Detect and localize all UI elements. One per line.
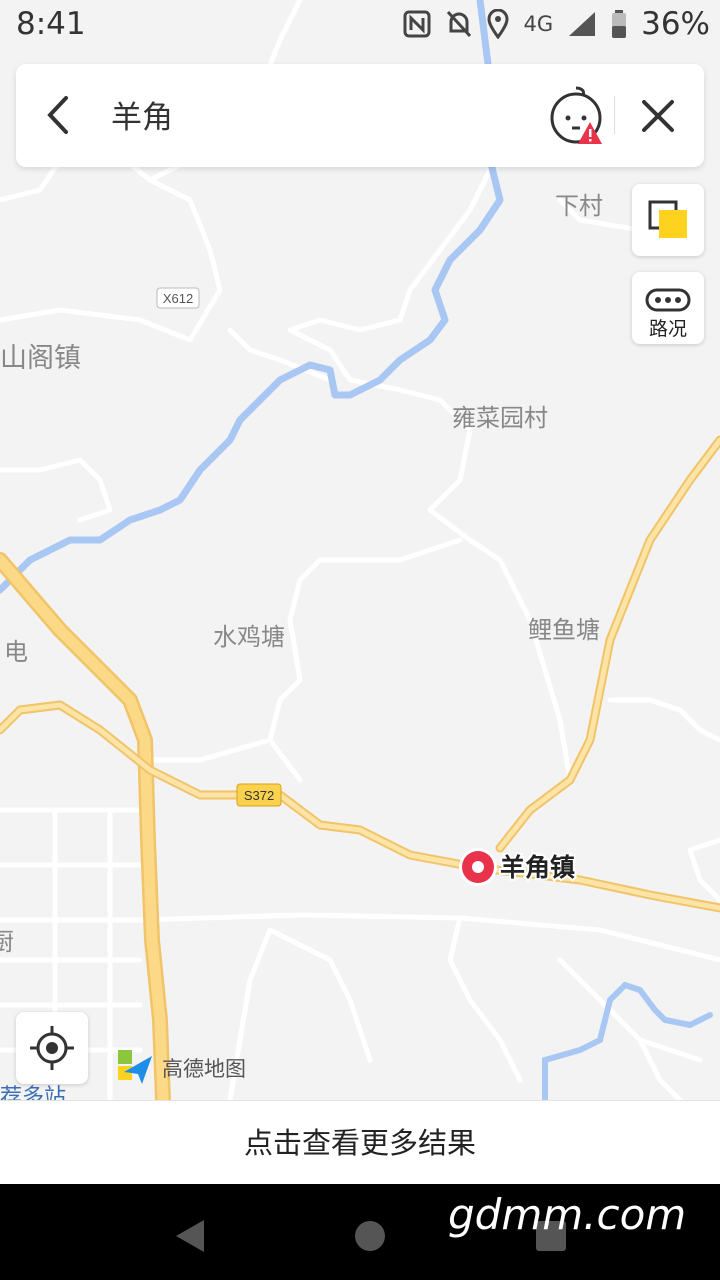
search-bar: 羊角: [16, 64, 704, 167]
battery-percent: 36%: [641, 6, 710, 42]
selected-place-label[interactable]: 羊角镇: [498, 851, 577, 884]
signal-icon: [569, 12, 596, 36]
close-icon[interactable]: [634, 92, 682, 140]
place-label-xiacun: 下村: [555, 193, 603, 220]
place-label-dian: 电: [4, 639, 28, 666]
nfc-icon: [403, 10, 431, 38]
svg-text:X612: X612: [163, 291, 193, 306]
system-nav-bar: gdmm.com: [0, 1184, 720, 1280]
feedback-mascot-icon[interactable]: [546, 82, 606, 148]
nav-back-icon[interactable]: [170, 1216, 210, 1256]
svg-text:S372: S372: [244, 788, 274, 803]
chevron-left-icon[interactable]: [38, 90, 78, 140]
traffic-label: 路况: [648, 318, 687, 340]
traffic-button[interactable]: 路况: [632, 272, 704, 344]
traffic-icon: [645, 288, 691, 312]
location-icon: [487, 9, 509, 39]
place-label-yongcaiyuan: 雍菜园村: [452, 405, 548, 432]
search-divider: [614, 96, 615, 134]
more-results-button[interactable]: 点击查看更多结果: [0, 1100, 720, 1185]
amap-logo-text: 高德地图: [162, 1057, 246, 1081]
battery-icon: [612, 10, 627, 38]
search-query[interactable]: 羊角: [111, 92, 173, 137]
place-label-ya: 厨: [0, 929, 14, 956]
network-type: 4G: [523, 12, 554, 36]
layers-icon: [648, 200, 687, 238]
nav-home-icon[interactable]: [352, 1218, 388, 1254]
alarm-off-icon: [447, 10, 472, 38]
selected-place-pin[interactable]: [459, 848, 497, 886]
watermark: gdmm.com: [448, 1190, 687, 1239]
place-label-liyutang: 鲤鱼塘: [528, 617, 600, 644]
amap-logo-icon: [118, 1050, 152, 1084]
layers-button[interactable]: [632, 184, 704, 256]
locate-icon: [30, 1026, 74, 1070]
road-shield-x612: X612: [156, 287, 200, 309]
place-label-shangezhen: 山阁镇: [0, 343, 81, 373]
status-time: 8:41: [16, 6, 86, 42]
status-bar: 8:41 4G 36%: [0, 0, 720, 50]
amap-logo: 高德地图: [116, 1048, 246, 1088]
place-label-partial: 荐多站: [0, 1084, 66, 1100]
road-shield-s372: S372: [236, 783, 282, 807]
locate-button[interactable]: [16, 1012, 88, 1084]
place-label-shuijitang: 水鸡塘: [213, 624, 285, 651]
